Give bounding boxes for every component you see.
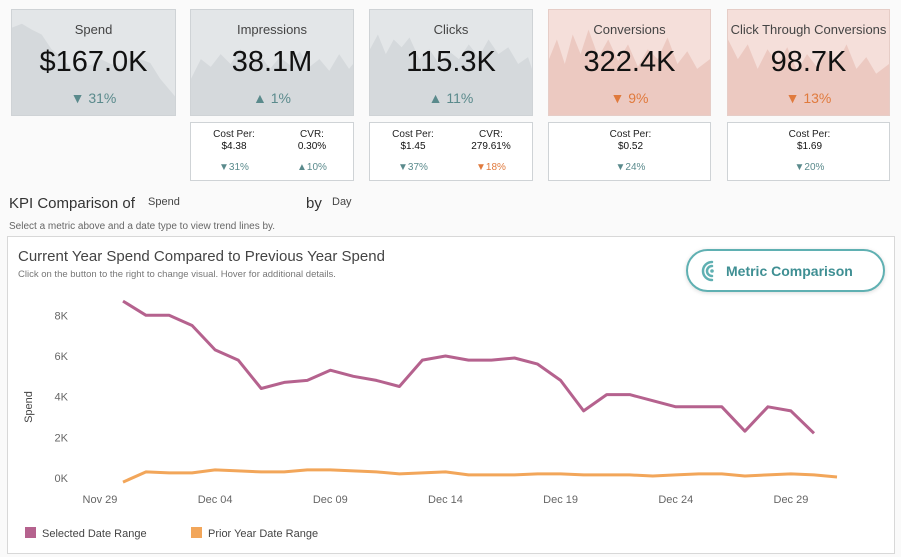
- kpi-card-click-through-conversions[interactable]: Click Through Conversions 98.7K ▼ 13%: [727, 9, 890, 116]
- ctc-sub-metrics: Cost Per: $1.69 ▼20%: [727, 122, 890, 181]
- kpi-title: Impressions: [236, 22, 308, 37]
- legend-prior[interactable]: Prior Year Date Range: [191, 527, 318, 540]
- legend-selected[interactable]: Selected Date Range: [25, 527, 147, 540]
- clicks-sub-metrics: Cost Per: $1.45 ▼37% CVR: 279.61% ▼18%: [369, 122, 533, 181]
- legend-swatch-selected: [25, 527, 36, 538]
- x-tick-label: Dec 09: [313, 494, 348, 506]
- kpi-title: Click Through Conversions: [730, 22, 887, 37]
- cost-per-value: $1.45: [400, 141, 426, 152]
- cost-per-value: $1.69: [796, 141, 823, 152]
- cost-per-label: Cost Per:: [213, 129, 255, 140]
- y-axis-label: Spend: [23, 391, 35, 423]
- kpi-value: 98.7K: [770, 46, 847, 78]
- cost-per-column: Cost Per: $1.69 ▼20%: [728, 129, 891, 173]
- cost-per-value: $0.52: [617, 141, 644, 152]
- x-tick-label: Nov 29: [83, 494, 118, 506]
- kpi-delta: ▼ 9%: [610, 90, 649, 106]
- cost-per-column: Cost Per: $4.38 ▼31%: [199, 129, 269, 173]
- x-tick-label: Dec 24: [658, 494, 693, 506]
- cost-per-label: Cost Per:: [609, 129, 652, 140]
- kpi-card-clicks[interactable]: Clicks 115.3K ▲ 11%: [369, 9, 533, 116]
- x-tick-label: Dec 04: [198, 494, 233, 506]
- cost-per-label: Cost Per:: [392, 129, 434, 140]
- cvr-label: CVR:: [300, 129, 324, 140]
- y-tick-label: 4K: [55, 392, 69, 404]
- date-type-select[interactable]: Day: [332, 196, 352, 208]
- kpi-comparison-label: KPI Comparison of: [9, 195, 135, 212]
- cost-per-label: Cost Per:: [788, 129, 831, 140]
- kpi-delta: ▼ 31%: [70, 90, 117, 106]
- cost-per-delta: ▼20%: [794, 162, 825, 173]
- kpi-card-spend[interactable]: Spend $167.0K ▼ 31%: [11, 9, 176, 116]
- series-selected-line[interactable]: [122, 299, 816, 435]
- kpi-card-impressions[interactable]: Impressions 38.1M ▲ 1%: [190, 9, 354, 116]
- kpi-value: 38.1M: [231, 46, 313, 78]
- cost-per-column: Cost Per: $1.45 ▼37%: [378, 129, 448, 173]
- trend-panel: Current Year Spend Compared to Previous …: [7, 236, 895, 554]
- kpi-value: $167.0K: [39, 46, 148, 78]
- cvr-delta: ▲10%: [297, 162, 327, 173]
- y-tick-label: 0K: [55, 473, 69, 485]
- y-tick-label: 8K: [55, 310, 69, 322]
- spend-line-chart[interactable]: 0K 2K 4K 6K 8K Spend Nov 29 Dec 04 Dec 09 Dec 14 D…: [8, 237, 894, 553]
- cvr-label: CVR:: [479, 129, 503, 140]
- cvr-column: CVR: 279.61% ▼18%: [456, 129, 526, 173]
- cvr-value: 0.30%: [297, 141, 327, 152]
- y-tick-label: 2K: [55, 432, 69, 444]
- kpi-delta: ▼ 13%: [785, 90, 832, 106]
- y-tick-label: 6K: [55, 351, 69, 363]
- legend-label: Selected Date Range: [42, 528, 147, 540]
- kpi-delta: ▲ 11%: [428, 90, 474, 106]
- kpi-value: 322.4K: [583, 46, 676, 78]
- kpi-value: 115.3K: [406, 46, 496, 78]
- legend-label: Prior Year Date Range: [208, 528, 319, 540]
- by-label: by: [306, 195, 322, 212]
- impressions-sub-metrics: Cost Per: $4.38 ▼31% CVR: 0.30% ▲10%: [190, 122, 354, 181]
- cost-per-delta: ▼31%: [219, 162, 249, 173]
- cost-per-column: Cost Per: $0.52 ▼24%: [549, 129, 712, 173]
- cost-per-delta: ▼37%: [398, 162, 428, 173]
- cvr-delta: ▼18%: [476, 162, 506, 173]
- legend-swatch-prior: [191, 527, 202, 538]
- metric-select[interactable]: Spend: [148, 196, 180, 208]
- cost-per-delta: ▼24%: [615, 162, 646, 173]
- series-prior-line[interactable]: [122, 468, 838, 484]
- x-tick-label: Dec 19: [543, 494, 578, 506]
- cvr-column: CVR: 0.30% ▲10%: [277, 129, 347, 173]
- kpi-title: Conversions: [593, 22, 666, 37]
- kpi-delta: ▲ 1%: [253, 90, 291, 106]
- x-tick-label: Dec 14: [428, 494, 463, 506]
- kpi-title: Spend: [74, 22, 113, 37]
- kpi-title: Clicks: [433, 22, 469, 37]
- kpi-card-conversions[interactable]: Conversions 322.4K ▼ 9%: [548, 9, 711, 116]
- cost-per-value: $4.38: [221, 141, 247, 152]
- instruction-text: Select a metric above and a date type to…: [9, 221, 276, 232]
- cvr-value: 279.61%: [471, 141, 511, 152]
- x-tick-label: Dec 29: [774, 494, 809, 506]
- conversions-sub-metrics: Cost Per: $0.52 ▼24%: [548, 122, 711, 181]
